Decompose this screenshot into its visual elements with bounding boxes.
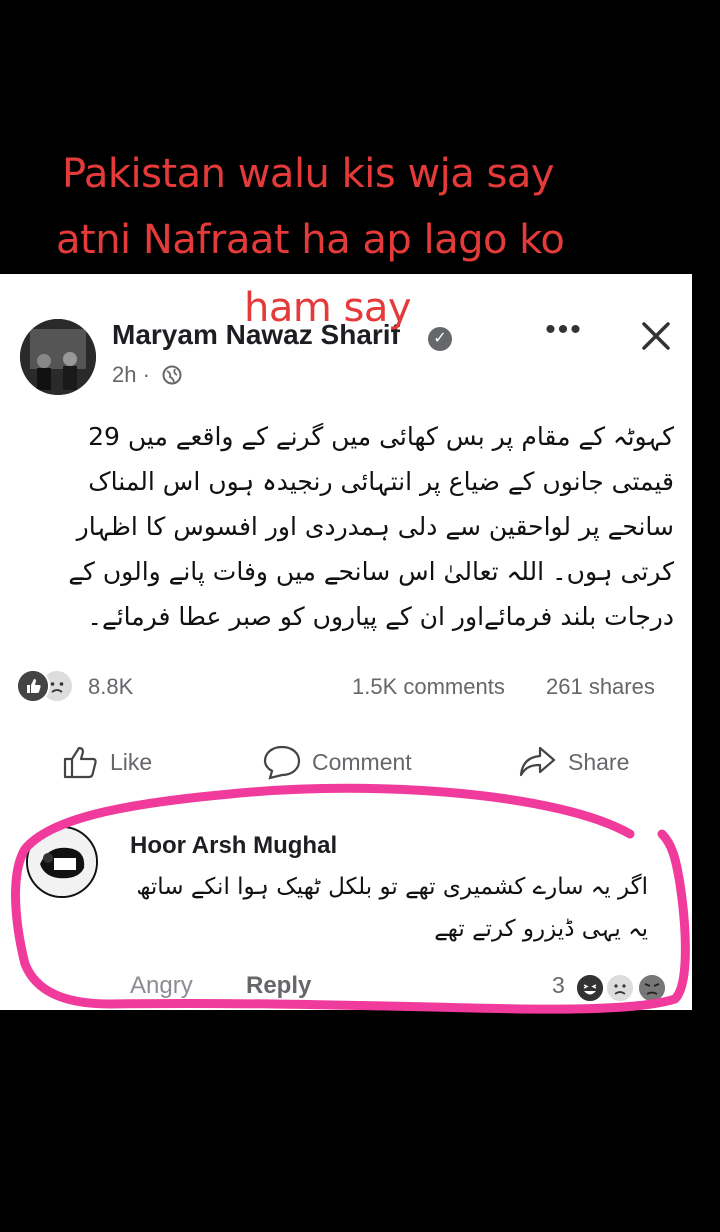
comment-icon [263,745,301,780]
like-label: Like [110,748,153,775]
post-body: کہوٹہ کے مقام پر بس کھائی میں گرنے کے وا… [68,422,674,631]
comment-reaction-button[interactable]: Angry [130,972,193,1000]
commenter-avatar[interactable] [26,826,98,898]
haha-reaction-icon [576,974,604,1002]
comment-button[interactable]: Comment [262,742,412,782]
commenter-name[interactable]: Hoor Arsh Mughal [130,832,337,860]
reaction-like-icon [16,669,50,703]
comments-count[interactable]: 1.5K comments [352,674,505,700]
angry-reaction-icon [638,974,666,1002]
post-card: Maryam Nawaz Sharif ✓ 2h · ••• کہوٹہ کے … [0,274,692,1010]
like-button[interactable]: Like [62,742,152,782]
caption-line-1: Pakistan walu kis wja say [62,151,555,197]
post-time[interactable]: 2h · [112,362,150,388]
reaction-count[interactable]: 8.8K [88,674,133,700]
share-button[interactable]: Share [518,742,629,782]
caption-line-2: atni Nafraat ha ap lago ko [56,217,565,263]
reply-button[interactable]: Reply [246,972,311,1000]
caption-line-3: ham say [244,285,412,331]
sad-reaction-icon [606,974,634,1002]
globe-icon [162,365,182,385]
share-label: Share [568,748,630,775]
comment-label: Comment [312,748,412,775]
author-avatar[interactable] [20,319,96,395]
share-icon [519,746,556,777]
like-icon [63,746,97,779]
comment-reaction-count[interactable]: 3 [552,972,565,999]
comment-body: اگر یہ سارے کشمیری تھے تو بلکل ٹھیک ہوا … [136,874,648,942]
shares-count[interactable]: 261 shares [546,674,655,700]
